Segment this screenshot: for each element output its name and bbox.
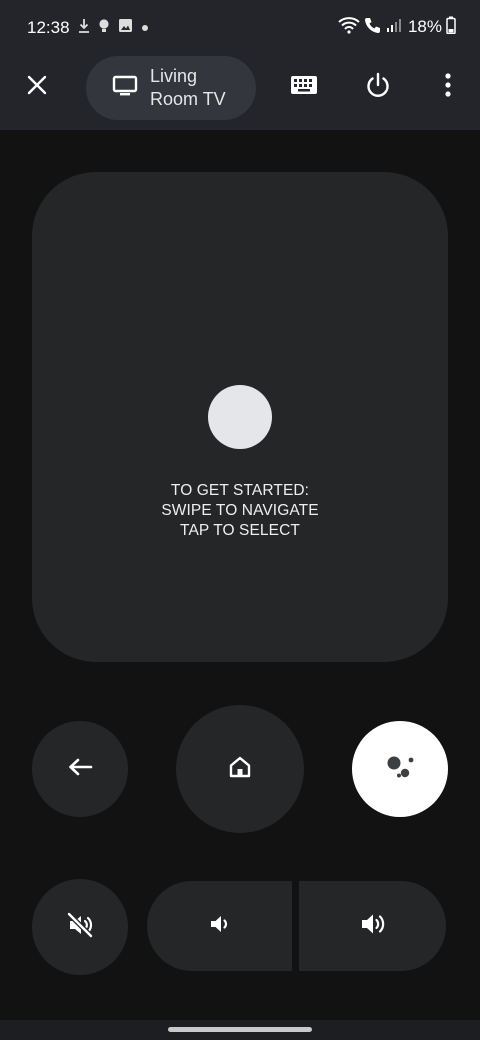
power-icon [364,71,392,104]
hint-line-2: SWIPE TO NAVIGATE [161,502,319,519]
touch-indicator [208,385,272,449]
call-wifi-icon [364,16,382,39]
more-options-button[interactable] [424,63,472,111]
bulb-icon [98,18,110,39]
keyboard-icon [290,75,318,100]
download-icon [78,18,90,39]
top-app-bar: Living Room TV [0,56,480,130]
signal-icon [386,17,402,38]
volume-control [147,881,446,971]
battery-percent: 18% [407,17,442,36]
touchpad-hint: TO GET STARTED: SWIPE TO NAVIGATE TAP TO… [32,481,448,541]
keyboard-button[interactable] [280,63,328,111]
back-button[interactable] [32,721,128,817]
volume-up-button[interactable] [299,881,446,971]
image-icon [118,18,133,38]
battery-icon [446,16,456,39]
google-assistant-icon [385,753,415,786]
assistant-button[interactable] [352,721,448,817]
dot-icon [141,19,149,37]
close-icon [26,74,48,101]
volume-up-icon [359,911,387,942]
back-arrow-icon [67,758,93,781]
home-icon [228,755,252,784]
home-button[interactable] [176,705,304,833]
mute-button[interactable] [32,879,128,975]
hint-line-1: TO GET STARTED: [170,482,310,499]
volume-mute-icon [66,911,94,944]
touchpad[interactable]: TO GET STARTED: SWIPE TO NAVIGATE TAP TO… [32,172,448,662]
device-selector[interactable]: Living Room TV [86,56,256,120]
volume-down-icon [208,912,232,941]
power-button[interactable] [354,63,402,111]
tv-icon [112,75,138,102]
gesture-handle[interactable] [168,1027,312,1032]
wifi-icon [338,16,360,39]
status-system-icons: 18% [338,16,456,39]
system-nav-bar [0,1020,480,1040]
volume-down-button[interactable] [147,881,292,971]
hint-line-3: TAP TO SELECT [180,522,300,539]
device-name: Living Room TV [150,66,226,109]
status-bar: 12:38 18% [0,0,480,56]
status-time: 12:38 [27,18,70,37]
more-vert-icon [444,72,452,102]
status-notification-icons [78,18,149,39]
close-button[interactable] [13,63,61,111]
